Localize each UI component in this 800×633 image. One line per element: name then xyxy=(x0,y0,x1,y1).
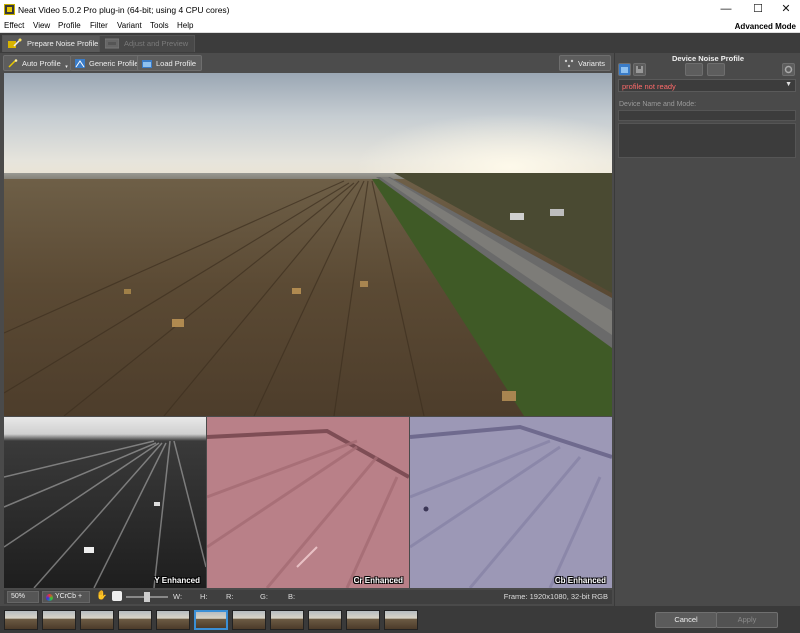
minimize-button[interactable]: — xyxy=(716,2,736,17)
height-label: H: xyxy=(200,592,208,601)
profile-status-text: profile not ready xyxy=(622,82,676,91)
folder-icon xyxy=(142,60,152,68)
frame-filmstrip: Cancel Apply xyxy=(0,606,800,633)
open-profile-button[interactable] xyxy=(618,63,631,76)
gear-icon xyxy=(784,65,793,74)
red-label: R: xyxy=(226,592,234,601)
menu-profile[interactable]: Profile xyxy=(58,21,81,30)
frame-thumb[interactable] xyxy=(42,610,76,630)
cb-channel-preview[interactable]: Cb Enhanced xyxy=(410,417,612,588)
device-name-field[interactable] xyxy=(618,110,796,121)
folder-open-icon xyxy=(621,67,628,73)
frame-thumb[interactable] xyxy=(232,610,266,630)
profile-option-button-2[interactable] xyxy=(707,63,725,76)
y-channel-preview[interactable]: Y Enhanced xyxy=(4,417,206,588)
hand-tool-icon[interactable]: ✋ xyxy=(96,590,107,601)
generic-profile-button[interactable]: Generic Profile xyxy=(70,55,145,71)
status-bar: 50% YCrCb + ✋ W: H: R: G: B: Frame: 1920… xyxy=(4,590,612,604)
profile-settings-button[interactable] xyxy=(782,63,795,76)
device-noise-profile-panel: Device Noise Profile profile not ready ▼… xyxy=(614,53,800,606)
color-mode-select[interactable]: YCrCb + xyxy=(42,591,90,603)
variants-button[interactable]: Variants xyxy=(559,55,611,71)
toolbar: Auto Profile ▾ Generic Profile Load Prof… xyxy=(0,53,614,73)
magic-wand-icon xyxy=(8,59,18,68)
frame-thumb[interactable] xyxy=(156,610,190,630)
tab-bar: Prepare Noise Profile Adjust and Preview xyxy=(0,33,800,53)
save-profile-button[interactable] xyxy=(633,63,646,76)
maximize-button[interactable]: ☐ xyxy=(748,2,768,17)
load-profile-label: Load Profile xyxy=(156,59,197,68)
panel-title: Device Noise Profile xyxy=(671,54,745,63)
menu-effect[interactable]: Effect xyxy=(4,21,24,30)
cr-channel-label: Cr Enhanced xyxy=(353,576,403,585)
apply-button[interactable]: Apply xyxy=(716,612,778,628)
window-title: Neat Video 5.0.2 Pro plug-in (64-bit; us… xyxy=(18,5,230,15)
frame-thumb[interactable] xyxy=(118,610,152,630)
cb-channel-texture xyxy=(410,424,612,588)
color-mode-label: YCrCb + xyxy=(55,593,83,600)
menu-filter[interactable]: Filter xyxy=(90,21,108,30)
color-wheel-icon xyxy=(46,594,53,601)
load-profile-button[interactable]: Load Profile xyxy=(137,55,203,71)
y-channel-texture xyxy=(4,440,206,588)
variants-label: Variants xyxy=(578,59,605,68)
zoom-slider-handle[interactable] xyxy=(144,592,150,602)
tab-prepare-noise-profile[interactable]: Prepare Noise Profile xyxy=(2,35,105,52)
chevron-down-icon: ▼ xyxy=(785,81,792,88)
selection-tool-icon[interactable] xyxy=(112,591,122,601)
close-button[interactable]: ✕ xyxy=(776,2,796,17)
auto-profile-button[interactable]: Auto Profile ▾ xyxy=(3,55,71,71)
profile-option-button-1[interactable] xyxy=(685,63,703,76)
advanced-mode-label[interactable]: Advanced Mode xyxy=(735,22,796,31)
generic-profile-label: Generic Profile xyxy=(89,59,139,68)
blue-label: B: xyxy=(288,592,296,601)
video-preview[interactable] xyxy=(4,73,612,416)
frame-info: Frame: 1920x1080, 32-bit RGB xyxy=(503,592,608,601)
cancel-button[interactable]: Cancel xyxy=(655,612,717,628)
cr-channel-texture xyxy=(207,428,409,588)
cb-channel-label: Cb Enhanced xyxy=(554,576,606,585)
frame-thumb[interactable] xyxy=(384,610,418,630)
frame-thumb-selected[interactable] xyxy=(194,610,228,630)
preview-scene-overlay xyxy=(4,173,612,416)
y-channel-label: Y Enhanced xyxy=(154,576,200,585)
dropdown-arrow-icon: ▾ xyxy=(65,64,68,70)
width-label: W: xyxy=(173,592,183,601)
menu-view[interactable]: View xyxy=(33,21,50,30)
device-name-label: Device Name and Mode: xyxy=(619,101,697,108)
device-mode-area[interactable] xyxy=(618,123,796,158)
save-icon xyxy=(636,66,643,73)
adjust-preview-icon xyxy=(105,38,119,49)
frame-thumb[interactable] xyxy=(308,610,342,630)
frame-thumb[interactable] xyxy=(4,610,38,630)
frame-thumb[interactable] xyxy=(270,610,304,630)
profile-status-select[interactable]: profile not ready ▼ xyxy=(618,79,796,92)
neat-video-app-icon xyxy=(4,4,15,15)
auto-profile-label: Auto Profile xyxy=(22,59,61,68)
menu-variant[interactable]: Variant xyxy=(117,21,142,30)
frame-thumb[interactable] xyxy=(346,610,380,630)
generic-profile-icon xyxy=(75,59,85,68)
frame-thumb[interactable] xyxy=(80,610,114,630)
tab-adjust-and-preview[interactable]: Adjust and Preview xyxy=(99,35,195,52)
menu-help[interactable]: Help xyxy=(177,21,193,30)
title-bar: Neat Video 5.0.2 Pro plug-in (64-bit; us… xyxy=(0,0,800,19)
cr-channel-preview[interactable]: Cr Enhanced xyxy=(207,417,409,588)
tab-adjust-label: Adjust and Preview xyxy=(124,39,189,48)
menu-tools[interactable]: Tools xyxy=(150,21,169,30)
tab-prepare-label: Prepare Noise Profile xyxy=(27,39,99,48)
noise-profile-wand-icon xyxy=(8,38,22,48)
zoom-select[interactable]: 50% xyxy=(7,591,39,603)
channel-previews: Y Enhanced Cr Enhanced Cb Enhanced xyxy=(4,417,612,588)
menu-bar: Effect View Profile Filter Variant Tools… xyxy=(0,19,800,33)
green-label: G: xyxy=(260,592,268,601)
variants-icon xyxy=(564,59,574,68)
